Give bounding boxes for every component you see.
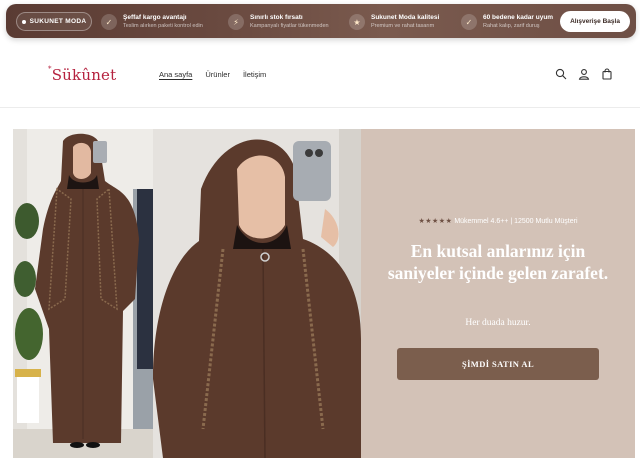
nav-item-contact[interactable]: İletişim	[243, 70, 266, 79]
search-icon[interactable]	[554, 67, 567, 80]
main-nav: Ana sayfa Ürünler İletişim	[159, 70, 266, 79]
rating-text: Mükemmel 4.6++ | 12500 Mutlu Müşteri	[454, 218, 578, 225]
logo-star-icon: *	[48, 65, 52, 73]
hero-text-panel: ★★★★★ Mükemmel 4.6++ | 12500 Mutlu Müşte…	[361, 129, 635, 458]
feature-title: Şeffaf kargo avantajı	[123, 14, 187, 21]
nav-item-products[interactable]: Ürünler	[205, 70, 230, 79]
feature-quality: ★ Sukunet Moda kalitesi Premium ve rahat…	[349, 11, 439, 33]
check-icon: ✓	[461, 14, 477, 30]
feature-sizes: ✓ 60 bedene kadar uyum Rahat kalıp, zari…	[461, 11, 553, 33]
hero-headline: En kutsal anlarınız için saniyeler içind…	[387, 241, 609, 283]
lightning-icon: ⚡	[228, 14, 244, 30]
product-photo-full-length	[13, 129, 153, 458]
dot-icon	[21, 19, 26, 24]
feature-subtitle: Rahat kalıp, zarif duruş	[483, 23, 540, 29]
brand-pill-label: SUKUNET MODA	[29, 18, 87, 25]
feature-shipping: ✓ Şeffaf kargo avantajı Teslim alırken p…	[101, 11, 203, 33]
logo[interactable]: *Sükûnet	[48, 65, 117, 84]
header-icons	[554, 67, 613, 80]
hero-section: ★★★★★ Mükemmel 4.6++ | 12500 Mutlu Müşte…	[13, 129, 635, 458]
product-photo-closeup	[153, 129, 361, 458]
check-icon: ✓	[101, 14, 117, 30]
hero-subline: Her duada huzur.	[465, 318, 531, 328]
rating-stars: ★★★★★	[418, 218, 453, 225]
announcement-bar: SUKUNET MODA ✓ Şeffaf kargo avantajı Tes…	[6, 4, 636, 38]
feature-subtitle: Premium ve rahat tasarım	[371, 23, 435, 29]
star-icon: ★	[349, 14, 365, 30]
feature-subtitle: Kampanyalı fiyatlar tükenmeden	[250, 23, 329, 29]
site-header: *Sükûnet Ana sayfa Ürünler İletişim	[0, 40, 640, 108]
logo-text: Sükûnet	[51, 66, 117, 84]
brand-pill[interactable]: SUKUNET MODA	[16, 12, 92, 31]
feature-title: Sukunet Moda kalitesi	[371, 14, 440, 21]
feature-stock: ⚡ Sınırlı stok fırsatı Kampanyalı fiyatl…	[228, 11, 329, 33]
buy-now-button[interactable]: ŞİMDİ SATIN AL	[397, 348, 599, 380]
feature-subtitle: Teslim alırken paketi kontrol edin	[123, 23, 203, 29]
cart-icon[interactable]	[600, 67, 613, 80]
account-icon[interactable]	[577, 67, 590, 80]
feature-title: 60 bedene kadar uyum	[483, 14, 554, 21]
nav-item-home[interactable]: Ana sayfa	[159, 70, 192, 79]
feature-title: Sınırlı stok fırsatı	[250, 14, 303, 21]
start-shopping-button[interactable]: Alışverişe Başla	[560, 11, 630, 32]
rating-line: ★★★★★ Mükemmel 4.6++ | 12500 Mutlu Müşte…	[361, 217, 635, 225]
